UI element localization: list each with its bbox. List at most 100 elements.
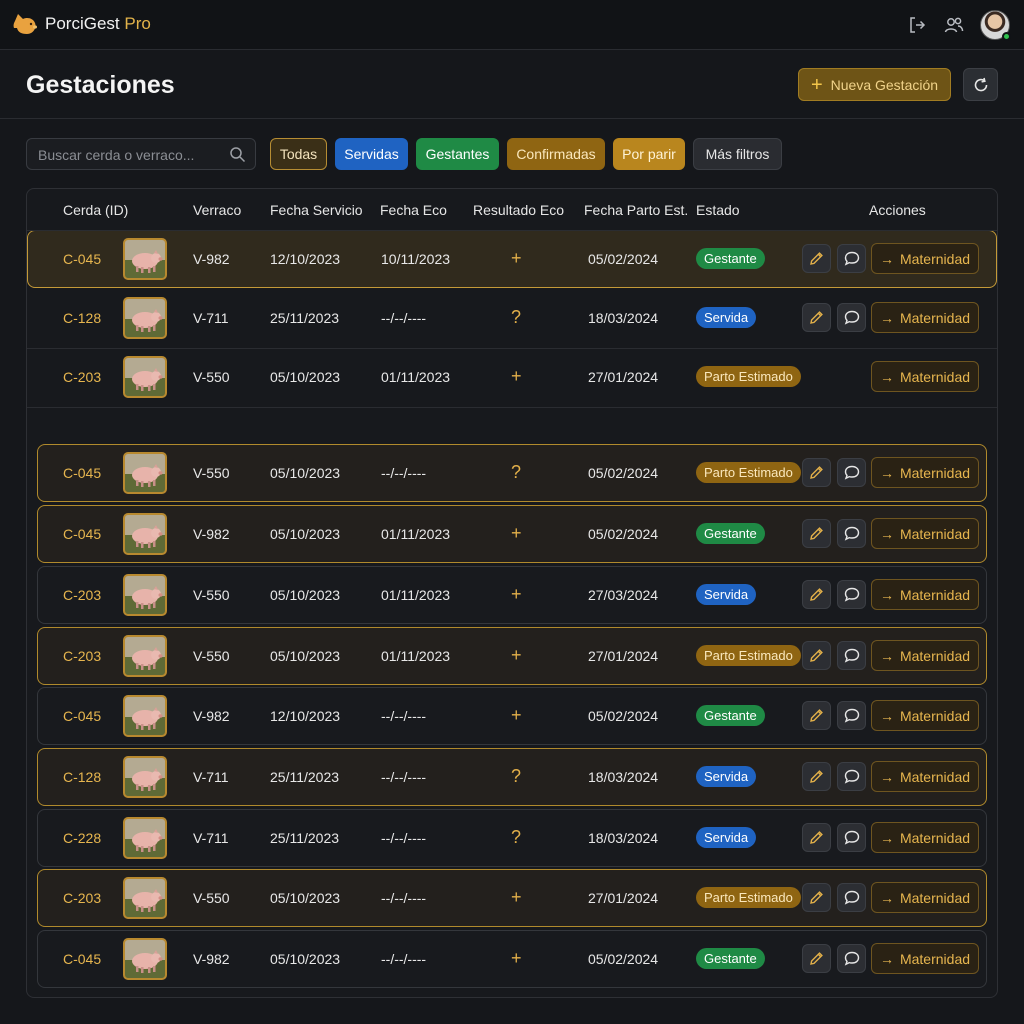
- search-field[interactable]: [26, 138, 256, 170]
- filter-all[interactable]: Todas: [270, 138, 327, 170]
- sow-id[interactable]: C-045: [63, 951, 101, 967]
- row-divider: [27, 230, 997, 231]
- pig-thumbnail: [123, 238, 167, 280]
- boar-id: V-711: [193, 830, 229, 846]
- new-gestation-label: Nueva Gestación: [830, 76, 939, 93]
- arrow-right-icon: →: [879, 525, 894, 542]
- sow-id[interactable]: C-128: [63, 769, 101, 785]
- edit-button[interactable]: [802, 944, 831, 973]
- edit-button[interactable]: [802, 701, 831, 730]
- filter-servidas[interactable]: Servidas: [335, 138, 408, 170]
- boar-id: V-982: [193, 951, 230, 967]
- col-fecha-parto[interactable]: Fecha Parto Est.: [584, 202, 688, 218]
- edit-button[interactable]: [802, 458, 831, 487]
- eco-date: --/--/----: [381, 465, 427, 481]
- boar-id: V-711: [193, 310, 229, 326]
- comment-button[interactable]: [837, 944, 866, 973]
- comment-button[interactable]: [837, 762, 866, 791]
- col-fecha-servicio[interactable]: Fecha Servicio: [270, 202, 363, 218]
- refresh-button[interactable]: [963, 68, 998, 101]
- maternity-button[interactable]: → Maternidad: [871, 579, 979, 610]
- eco-date: --/--/----: [381, 769, 427, 785]
- comment-button[interactable]: [837, 519, 866, 548]
- sow-id[interactable]: C-045: [63, 465, 101, 481]
- pig-thumbnail: [123, 452, 167, 494]
- edit-button[interactable]: [802, 303, 831, 332]
- sow-id[interactable]: C-045: [63, 526, 101, 542]
- col-estado[interactable]: Estado: [696, 202, 740, 218]
- status-badge: Parto Estimado: [696, 462, 801, 483]
- filter-gestantes[interactable]: Gestantes: [416, 138, 499, 170]
- filter-por-parir[interactable]: Por parir: [613, 138, 685, 170]
- logout-icon[interactable]: [906, 14, 928, 36]
- edit-button[interactable]: [802, 641, 831, 670]
- arrow-right-icon: →: [879, 707, 894, 724]
- edit-button[interactable]: [802, 823, 831, 852]
- pig-thumbnail: [123, 938, 167, 980]
- edit-button[interactable]: [802, 580, 831, 609]
- sow-id[interactable]: C-203: [63, 648, 101, 664]
- pencil-icon: [809, 830, 824, 845]
- sow-id[interactable]: C-045: [63, 251, 101, 267]
- maternity-button[interactable]: → Maternidad: [871, 302, 979, 333]
- edit-button[interactable]: [802, 244, 831, 273]
- search-input[interactable]: [38, 145, 218, 165]
- sow-id[interactable]: C-228: [63, 830, 101, 846]
- comment-icon: [844, 465, 860, 480]
- new-gestation-button[interactable]: + Nueva Gestación: [798, 68, 951, 101]
- comment-button[interactable]: [837, 701, 866, 730]
- maternity-button[interactable]: → Maternidad: [871, 243, 979, 274]
- sow-id[interactable]: C-203: [63, 587, 101, 603]
- filter-confirmadas[interactable]: Confirmadas: [507, 138, 605, 170]
- col-resultado-eco[interactable]: Resultado Eco: [473, 202, 564, 218]
- maternity-button[interactable]: → Maternidad: [871, 640, 979, 671]
- status-badge: Gestante: [696, 705, 765, 726]
- edit-button[interactable]: [802, 762, 831, 791]
- col-cerda[interactable]: Cerda (ID): [63, 202, 128, 218]
- status-badge: Gestante: [696, 523, 765, 544]
- user-avatar[interactable]: [980, 10, 1011, 41]
- comment-button[interactable]: [837, 883, 866, 912]
- page-header: Gestaciones + Nueva Gestación: [0, 51, 1024, 119]
- comment-button[interactable]: [837, 458, 866, 487]
- maternity-label: Maternidad: [899, 586, 971, 603]
- service-date: 05/10/2023: [270, 369, 341, 385]
- maternity-button[interactable]: → Maternidad: [871, 943, 979, 974]
- users-icon[interactable]: [943, 14, 965, 36]
- arrow-right-icon: →: [879, 586, 894, 603]
- col-acciones: Acciones: [869, 202, 926, 218]
- comment-button[interactable]: [837, 823, 866, 852]
- maternity-button[interactable]: → Maternidad: [871, 882, 979, 913]
- maternity-button[interactable]: → Maternidad: [871, 361, 979, 392]
- sow-id[interactable]: C-128: [63, 310, 101, 326]
- sow-id[interactable]: C-203: [63, 369, 101, 385]
- edit-button[interactable]: [802, 883, 831, 912]
- filter-more[interactable]: Más filtros: [693, 138, 782, 170]
- eco-date: 01/11/2023: [381, 526, 451, 542]
- maternity-button[interactable]: → Maternidad: [871, 761, 979, 792]
- maternity-button[interactable]: → Maternidad: [871, 700, 979, 731]
- comment-button[interactable]: [837, 580, 866, 609]
- sow-id[interactable]: C-045: [63, 708, 101, 724]
- maternity-button[interactable]: → Maternidad: [871, 518, 979, 549]
- maternity-label: Maternidad: [899, 707, 971, 724]
- edit-button[interactable]: [802, 519, 831, 548]
- eco-date: --/--/----: [381, 830, 427, 846]
- boar-id: V-550: [193, 587, 230, 603]
- comment-icon: [844, 251, 860, 266]
- boar-id: V-550: [193, 465, 230, 481]
- maternity-button[interactable]: → Maternidad: [871, 457, 979, 488]
- comment-button[interactable]: [837, 244, 866, 273]
- comment-button[interactable]: [837, 641, 866, 670]
- sow-id[interactable]: C-203: [63, 890, 101, 906]
- maternity-button[interactable]: → Maternidad: [871, 822, 979, 853]
- maternity-label: Maternidad: [899, 889, 971, 906]
- plus-icon: +: [810, 73, 823, 96]
- arrow-right-icon: →: [879, 889, 894, 906]
- search-icon[interactable]: [229, 146, 246, 163]
- col-fecha-eco[interactable]: Fecha Eco: [380, 202, 447, 218]
- col-verraco[interactable]: Verraco: [193, 202, 241, 218]
- estimated-birth-date: 27/01/2024: [588, 890, 659, 906]
- service-date: 05/10/2023: [270, 587, 341, 603]
- comment-button[interactable]: [837, 303, 866, 332]
